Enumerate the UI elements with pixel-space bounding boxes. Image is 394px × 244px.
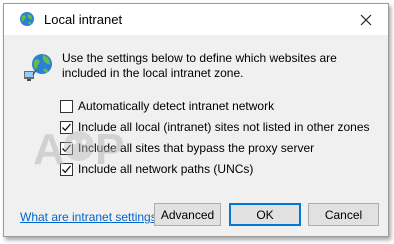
option-include-local-sites[interactable]: Include all local (intranet) sites not l… [60,119,370,135]
checkbox-include-local-sites[interactable] [60,120,73,134]
local-intranet-dialog: Local intranet Use the settings below to… [3,3,389,237]
intranet-settings-help-link[interactable]: What are intranet settings? [20,210,163,224]
option-label: Include all local (intranet) sites not l… [78,120,370,134]
checkmark-icon [62,165,71,173]
checkbox-bypass-proxy[interactable] [60,141,73,155]
advanced-button[interactable]: Advanced [154,203,221,226]
option-auto-detect[interactable]: Automatically detect intranet network [60,98,274,114]
ok-button[interactable]: OK [229,203,301,226]
option-label: Automatically detect intranet network [78,99,275,113]
title-bar: Local intranet [4,4,388,35]
description-text: Use the settings below to define which w… [62,51,337,80]
cancel-button[interactable]: Cancel [308,203,379,226]
window-title: Local intranet [44,12,123,27]
close-icon[interactable] [356,10,376,30]
internet-globe-icon [20,12,34,26]
option-label: Include all network paths (UNCs) [78,162,254,176]
intranet-network-icon [24,54,52,81]
checkmark-icon [62,144,71,152]
checkbox-network-paths[interactable] [60,162,73,176]
option-bypass-proxy[interactable]: Include all sites that bypass the proxy … [60,140,314,156]
option-network-paths[interactable]: Include all network paths (UNCs) [60,161,253,177]
dialog-body: Use the settings below to define which w… [4,35,388,236]
checkmark-icon [62,123,71,131]
option-label: Include all sites that bypass the proxy … [78,141,315,155]
checkbox-auto-detect[interactable] [60,99,73,113]
